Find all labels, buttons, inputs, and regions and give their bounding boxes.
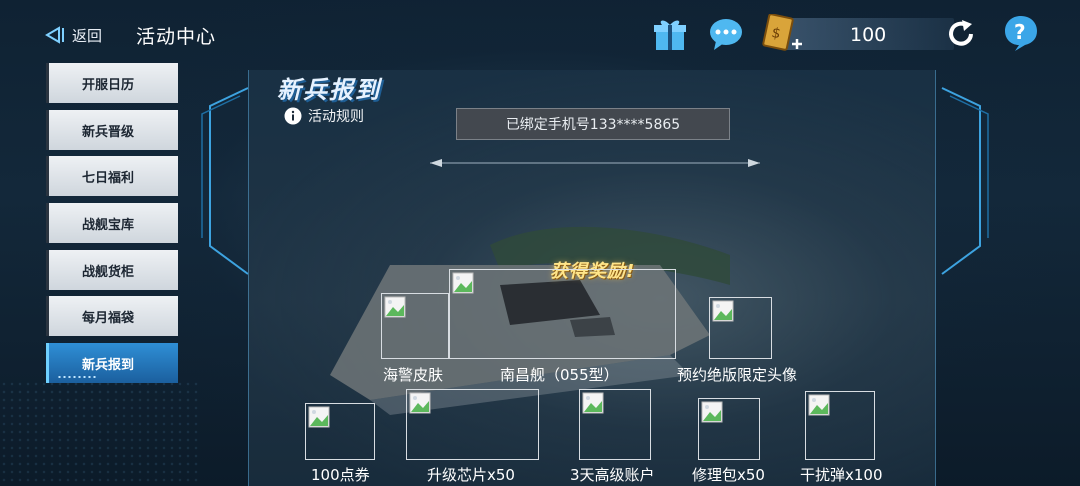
- sidebar-item-label: 战舰货柜: [82, 264, 135, 280]
- reward-image: [305, 403, 375, 460]
- reward-label: 修理包x50: [692, 466, 765, 484]
- reward-label: 100点券: [311, 466, 370, 484]
- sidebar-item-label: 新兵报到: [82, 357, 135, 373]
- back-label: 返回: [72, 26, 103, 45]
- bound-phone-box: 已绑定手机号133****5865: [456, 108, 730, 140]
- reward-image: [406, 389, 539, 460]
- broken-image-icon: [308, 406, 330, 428]
- top-bar: 返回 活动中心 $ 100 ?: [0, 0, 1080, 70]
- sidebar-item-label: 七日福利: [82, 170, 135, 186]
- ornament-divider: [430, 159, 760, 167]
- reward-label: 南昌舰（055型）: [500, 366, 619, 384]
- event-title: 新兵报到: [277, 76, 381, 104]
- panel-frame-right: [941, 87, 989, 275]
- panel-frame-left: [201, 87, 249, 275]
- reward-image: [449, 269, 676, 359]
- back-arrow-icon: [45, 26, 64, 44]
- reward-image: [709, 297, 772, 359]
- page-title: 活动中心: [136, 26, 217, 48]
- reward-image: [805, 391, 875, 460]
- reward-label: 3天高级账户: [570, 466, 655, 484]
- sidebar-item-warship-vault[interactable]: 战舰宝库: [46, 203, 178, 243]
- reward-image: [381, 293, 449, 359]
- sidebar-item-label: 每月福袋: [82, 310, 135, 326]
- background-dot-grid: [0, 380, 200, 486]
- broken-image-icon: [808, 394, 830, 416]
- currency-card-icon[interactable]: $: [762, 14, 804, 54]
- help-icon[interactable]: ?: [1003, 14, 1039, 52]
- sidebar-item-monthly-bag[interactable]: 每月福袋: [46, 296, 178, 336]
- sidebar-item-label: 战舰宝库: [82, 217, 135, 233]
- currency-bar: $ 100: [762, 14, 954, 54]
- reward-image: [698, 398, 760, 460]
- sidebar-item-warship-container[interactable]: 战舰货柜: [46, 250, 178, 290]
- sidebar-item-recruit-checkin[interactable]: 新兵报到: [46, 343, 178, 383]
- chat-icon[interactable]: [708, 16, 744, 52]
- currency-value: 100: [850, 24, 887, 46]
- sidebar-item-server-calendar[interactable]: 开服日历: [46, 63, 178, 103]
- broken-image-icon: [384, 296, 406, 318]
- rules-label: 活动规则: [308, 109, 364, 125]
- bound-phone-text: 已绑定手机号133****5865: [505, 117, 681, 133]
- reward-label: 海警皮肤: [383, 366, 444, 384]
- broken-image-icon: [409, 392, 431, 414]
- back-button[interactable]: 返回: [44, 24, 102, 46]
- sidebar-item-label: 开服日历: [82, 77, 135, 93]
- info-icon: [284, 107, 302, 125]
- gift-icon[interactable]: [652, 16, 688, 52]
- sidebar-item-recruit-promotion[interactable]: 新兵晋级: [46, 110, 178, 150]
- broken-image-icon: [582, 392, 604, 414]
- reward-image: [579, 389, 651, 460]
- broken-image-icon: [452, 272, 474, 294]
- broken-image-icon: [701, 401, 723, 423]
- sidebar-item-seven-day-welfare[interactable]: 七日福利: [46, 156, 178, 196]
- broken-image-icon: [712, 300, 734, 322]
- rules-link[interactable]: 活动规则: [284, 106, 364, 126]
- reward-label: 升级芯片x50: [427, 466, 515, 484]
- refresh-icon[interactable]: [944, 17, 978, 51]
- reward-label: 预约绝版限定头像: [677, 366, 798, 384]
- svg-text:?: ?: [1014, 20, 1026, 44]
- reward-label: 干扰弹x100: [800, 466, 883, 484]
- sidebar-item-label: 新兵晋级: [82, 124, 135, 140]
